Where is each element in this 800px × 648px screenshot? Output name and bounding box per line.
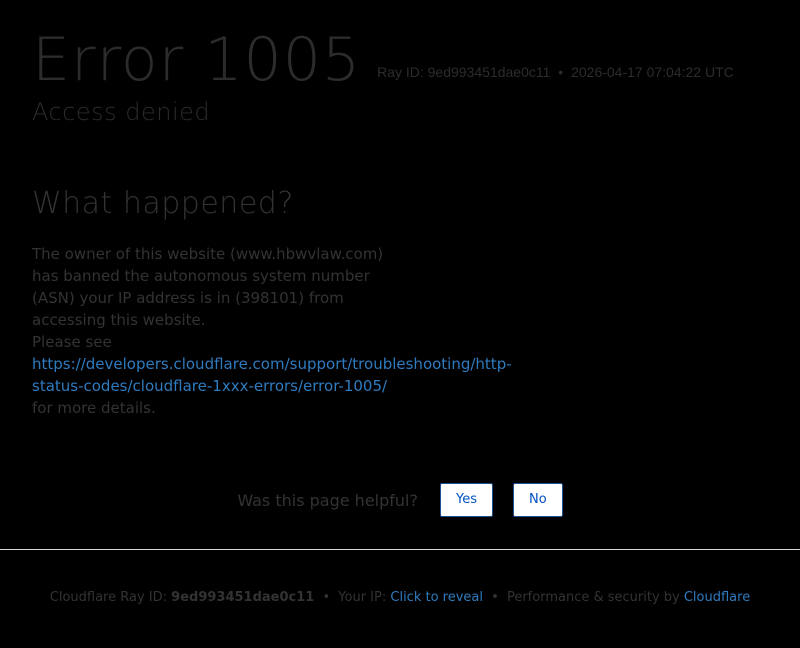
ray-id-line: Ray ID: 9ed993451dae0c11 • 2026-04-17 07… bbox=[377, 64, 734, 80]
please-see-text: Please see bbox=[32, 333, 112, 351]
error-subtitle: Access denied bbox=[32, 98, 211, 126]
description-text: The owner of this website (www.hbwvlaw.c… bbox=[32, 245, 384, 329]
timestamp: 2026-04-17 07:04:22 UTC bbox=[571, 64, 734, 80]
footer-ray-label: Cloudflare Ray ID: bbox=[49, 590, 168, 605]
bullet-separator: • bbox=[558, 64, 564, 80]
description-block: The owner of this website (www.hbwvlaw.c… bbox=[32, 243, 522, 419]
docs-link[interactable]: https://developers.cloudflare.com/suppor… bbox=[32, 353, 514, 397]
feedback-question: Was this page helpful? bbox=[237, 490, 418, 510]
feedback-bar: Was this page helpful? Yes No bbox=[0, 483, 800, 517]
footer-bullet-2: • bbox=[491, 590, 499, 605]
footer-ip-label: Your IP: bbox=[338, 590, 387, 605]
ray-id-label: Ray ID: 9ed993451dae0c11 bbox=[377, 64, 551, 80]
cloudflare-link[interactable]: Cloudflare bbox=[684, 590, 750, 605]
footer-perf-label: Performance & security by bbox=[506, 590, 680, 605]
footer-divider bbox=[0, 549, 800, 550]
yes-button[interactable]: Yes bbox=[439, 483, 493, 517]
error-header: Error 1005 Ray ID: 9ed993451dae0c11 • 20… bbox=[32, 24, 734, 96]
error-code: Error 1005 bbox=[32, 25, 362, 95]
error-title-row: Error 1005 Ray ID: 9ed993451dae0c11 • 20… bbox=[32, 24, 734, 96]
footer-bullet-1: • bbox=[322, 590, 331, 605]
footer: Cloudflare Ray ID: 9ed993451dae0c11 • Yo… bbox=[0, 590, 800, 605]
footer-ray-id: 9ed993451dae0c11 bbox=[171, 590, 315, 605]
more-details-text: for more details. bbox=[32, 399, 156, 417]
section-heading: What happened? bbox=[32, 186, 294, 221]
no-button[interactable]: No bbox=[512, 483, 563, 517]
reveal-ip-button[interactable]: Click to reveal bbox=[390, 590, 483, 605]
